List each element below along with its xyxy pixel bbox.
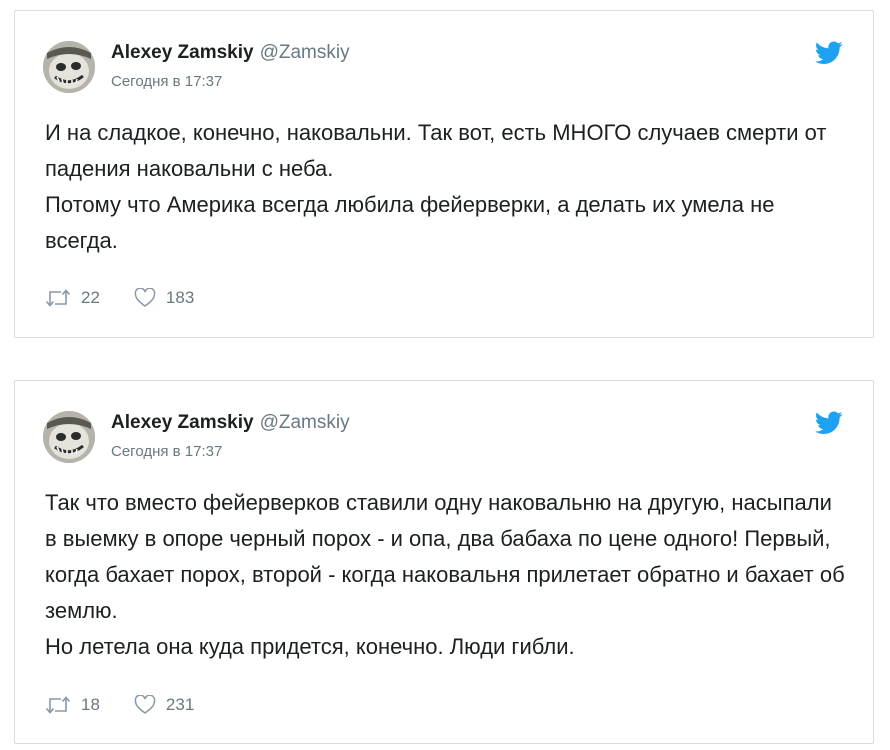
like-count: 183 (165, 288, 195, 307)
timestamp[interactable]: Сегодня в 17:37 (111, 442, 222, 462)
tweet-actions: 18 231 (45, 693, 194, 717)
heart-icon (134, 288, 156, 307)
retweet-count: 18 (81, 695, 100, 714)
like-button[interactable]: 183 (134, 288, 194, 308)
author-line: Alexey Zamskiy @Zamskiy (111, 41, 350, 65)
tweet-card[interactable]: Alexey Zamskiy @Zamskiy Сегодня в 17:37 Т… (14, 380, 874, 744)
retweet-button[interactable]: 18 (45, 695, 100, 715)
retweet-count: 22 (81, 288, 100, 307)
author-handle[interactable]: @Zamskiy (260, 412, 350, 433)
tweet-line: Но летела она куда придется, конечно. Лю… (45, 634, 575, 659)
twitter-bird-icon[interactable] (815, 41, 843, 65)
tweet-text: Так что вместо фейерверков ставили одну … (45, 485, 845, 665)
author-line: Alexey Zamskiy @Zamskiy (111, 411, 350, 435)
author-name[interactable]: Alexey Zamskiy (111, 42, 254, 63)
heart-icon (134, 695, 156, 714)
retweet-icon (45, 696, 71, 714)
like-button[interactable]: 231 (134, 695, 194, 715)
avatar[interactable] (43, 411, 95, 463)
tweet-line: Потому что Америка всегда любила фейерве… (45, 192, 775, 253)
twitter-bird-icon[interactable] (815, 411, 843, 435)
author-handle[interactable]: @Zamskiy (260, 42, 350, 63)
avatar[interactable] (43, 41, 95, 93)
tweet-card[interactable]: Alexey Zamskiy @Zamskiy Сегодня в 17:37 И… (14, 10, 874, 338)
tweet-line: Так что вместо фейерверков ставили одну … (45, 490, 845, 623)
tweet-actions: 22 183 (45, 286, 194, 310)
timestamp[interactable]: Сегодня в 17:37 (111, 72, 222, 92)
retweet-icon (45, 289, 71, 307)
tweet-line: И на сладкое, конечно, наковальни. Так в… (45, 120, 827, 181)
retweet-button[interactable]: 22 (45, 288, 100, 308)
like-count: 231 (165, 695, 195, 714)
tweet-text: И на сладкое, конечно, наковальни. Так в… (45, 115, 845, 259)
author-name[interactable]: Alexey Zamskiy (111, 412, 254, 433)
